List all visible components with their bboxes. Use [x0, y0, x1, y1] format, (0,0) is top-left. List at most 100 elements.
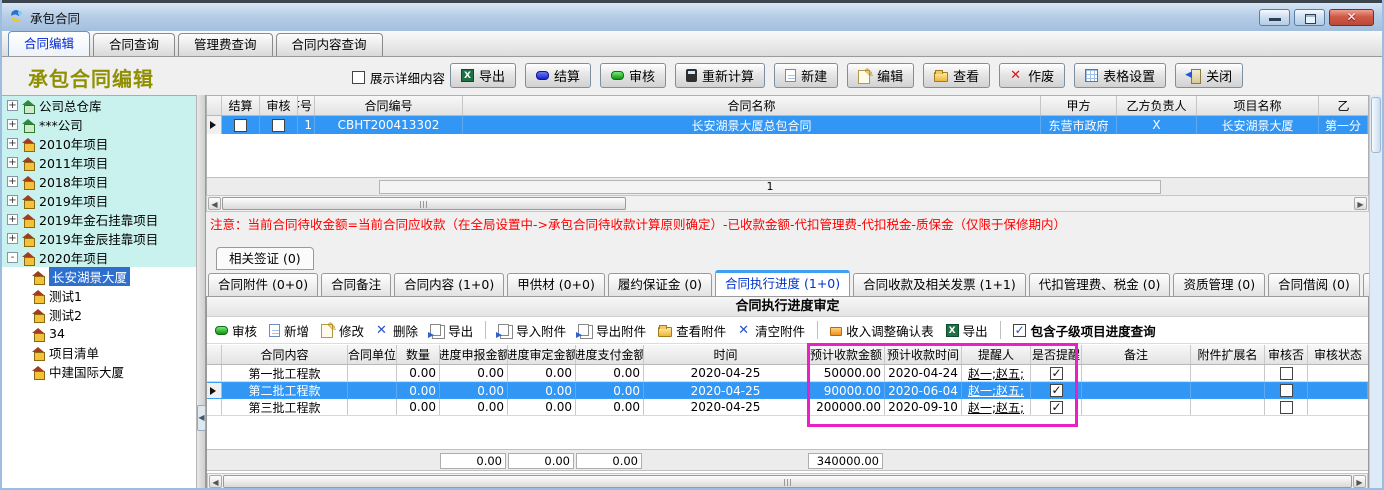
progress-export-button[interactable]: 导出 — [430, 321, 473, 340]
scrollbar-thumb[interactable] — [222, 197, 626, 210]
tree-item-project-list[interactable]: 项目清单 — [2, 343, 196, 362]
import-attachment-button[interactable]: 导入附件 — [498, 321, 566, 340]
tree-item-company[interactable]: +***公司 — [2, 115, 196, 134]
progress-row-2[interactable]: 第二批工程款 0.00 0.00 0.00 0.00 2020-04-25 90… — [207, 382, 1368, 399]
house-icon — [32, 328, 45, 340]
scrollbar-thumb[interactable] — [223, 475, 1352, 488]
tab-owner-supplied[interactable]: 甲供材 (0+0) — [507, 273, 605, 296]
reminder-names[interactable]: 赵一;赵五; — [968, 365, 1024, 381]
void-button[interactable]: 作废 — [999, 63, 1065, 88]
reminder-names[interactable]: 赵一;赵五; — [968, 399, 1024, 415]
income-adjust-button[interactable]: 收入调整确认表 — [830, 321, 934, 340]
tab-qualification-mgmt[interactable]: 资质管理 (0) — [1173, 273, 1265, 296]
scroll-left-icon[interactable]: ◀ — [209, 475, 222, 488]
settle-button[interactable]: 结算 — [525, 63, 591, 88]
tree-item-test2[interactable]: 测试2 — [2, 305, 196, 324]
remind-checkbox[interactable] — [1050, 384, 1063, 397]
tab-performance-bond[interactable]: 履约保证金 (0) — [608, 273, 712, 296]
audit-flag-checkbox[interactable] — [1280, 401, 1293, 414]
tab-related-signatures[interactable]: 相关签证 (0) — [216, 247, 314, 270]
tab-contract-progress[interactable]: 合同执行进度 (1+0) — [715, 270, 850, 296]
settle-checkbox[interactable] — [234, 119, 247, 132]
progress-row-1[interactable]: 第一批工程款 0.00 0.00 0.00 0.00 2020-04-25 50… — [207, 365, 1368, 382]
house-icon — [22, 195, 35, 207]
tab-mgmt-fee-query[interactable]: 管理费查询 — [178, 33, 273, 56]
tab-contract-query[interactable]: 合同查询 — [93, 33, 175, 56]
audit-checkbox[interactable] — [272, 119, 285, 132]
close-page-button[interactable]: 关闭 — [1175, 63, 1243, 88]
scrollbar-thumb[interactable] — [1371, 97, 1381, 153]
col-party-b-manager: 乙方负责人 — [1117, 96, 1197, 115]
tree-item-2018[interactable]: +2018年项目 — [2, 172, 196, 191]
tab-contract-attachments[interactable]: 合同附件 (0+0) — [208, 273, 318, 296]
expand-icon[interactable]: + — [7, 157, 18, 168]
tree-item-34[interactable]: 34 — [2, 324, 196, 343]
view-button[interactable]: 查看 — [923, 63, 990, 88]
table-settings-button[interactable]: 表格设置 — [1074, 63, 1166, 88]
audit-flag-checkbox[interactable] — [1280, 367, 1293, 380]
progress-horizontal-scrollbar[interactable]: ◀ ▶ — [207, 473, 1368, 490]
tree-item-zhongjian[interactable]: 中建国际大厦 — [2, 362, 196, 381]
restore-button[interactable] — [1294, 9, 1325, 26]
remind-checkbox[interactable] — [1050, 367, 1063, 380]
tab-contract-remarks[interactable]: 合同备注 — [321, 273, 391, 296]
tree-item-2019-jinchen[interactable]: +2019年金辰挂靠项目 — [2, 229, 196, 248]
audit-button[interactable]: 审核 — [600, 63, 666, 88]
expand-icon[interactable]: + — [7, 100, 18, 111]
export-attachment-button[interactable]: 导出附件 — [578, 321, 646, 340]
tab-contract-content-query[interactable]: 合同内容查询 — [276, 33, 383, 56]
tree-item-2020[interactable]: -2020年项目 — [2, 248, 196, 267]
reminder-names[interactable]: 赵一;赵五; — [968, 383, 1024, 398]
progress-row-3[interactable]: 第三批工程款 0.00 0.00 0.00 0.00 2020-04-25 20… — [207, 399, 1368, 416]
contract-row[interactable]: 1 CBHT200413302 长安湖景大厦总包合同 东营市政府 X 长安湖景大… — [207, 116, 1368, 134]
include-children-checkbox[interactable] — [1013, 324, 1026, 337]
progress-delete-button[interactable]: 删除 — [376, 321, 418, 340]
audit-flag-checkbox[interactable] — [1280, 384, 1293, 397]
total-paid: 0.00 — [576, 453, 642, 469]
tab-receipts-invoices[interactable]: 合同收款及相关发票 (1+1) — [853, 273, 1026, 296]
progress-add-button[interactable]: 新增 — [269, 321, 309, 340]
excel-export-icon — [461, 69, 474, 82]
progress-audit-button[interactable]: 审核 — [215, 321, 257, 340]
vertical-scrollbar[interactable] — [1369, 95, 1382, 488]
tree-item-2011[interactable]: +2011年项目 — [2, 153, 196, 172]
remind-checkbox[interactable] — [1050, 401, 1063, 414]
tab-contract-edit[interactable]: 合同编辑 — [8, 31, 90, 56]
tree-item-changan-lakeview[interactable]: 长安湖景大厦 — [2, 267, 196, 286]
expand-icon[interactable]: + — [7, 195, 18, 206]
view-attachment-button[interactable]: 查看附件 — [658, 321, 726, 340]
tree-item-2010[interactable]: +2010年项目 — [2, 134, 196, 153]
tree-item-2019[interactable]: +2019年项目 — [2, 191, 196, 210]
expand-icon[interactable]: + — [7, 233, 18, 244]
expand-icon[interactable]: + — [7, 119, 18, 130]
expand-icon[interactable]: + — [7, 176, 18, 187]
edit-button[interactable]: 编辑 — [847, 63, 914, 88]
tab-contract-content[interactable]: 合同内容 (1+0) — [394, 273, 504, 296]
expand-icon[interactable]: + — [7, 138, 18, 149]
clear-attachment-button[interactable]: 清空附件 — [738, 321, 805, 340]
collapse-icon[interactable]: - — [7, 252, 18, 263]
contracts-horizontal-scrollbar[interactable]: ◀ ▶ — [206, 195, 1369, 212]
new-button[interactable]: 新建 — [774, 63, 838, 88]
recalculate-button[interactable]: 重新计算 — [675, 63, 765, 88]
tree-splitter[interactable]: ◀ — [196, 95, 206, 490]
show-detail-label: 展示详细内容 — [370, 68, 445, 87]
project-tree: +公司总仓库 +***公司 +2010年项目 +2011年项目 +2018年项目… — [2, 95, 196, 488]
progress-excel-export-button[interactable]: 导出 — [946, 321, 988, 340]
export-button[interactable]: 导出 — [450, 63, 516, 88]
expand-icon[interactable]: + — [7, 214, 18, 225]
scroll-right-icon[interactable]: ▶ — [1353, 475, 1366, 488]
collapse-tree-icon[interactable]: ◀ — [197, 405, 206, 431]
tree-item-company-warehouse[interactable]: +公司总仓库 — [2, 96, 196, 115]
tree-item-2019-jinshi[interactable]: +2019年金石挂靠项目 — [2, 210, 196, 229]
show-detail-checkbox[interactable] — [352, 71, 365, 84]
close-button[interactable] — [1329, 9, 1374, 26]
progress-modify-button[interactable]: 修改 — [321, 321, 364, 340]
minimize-button[interactable] — [1259, 9, 1290, 26]
scroll-left-icon[interactable]: ◀ — [208, 197, 221, 210]
window-title: 承包合同 — [30, 8, 80, 27]
tree-item-test1[interactable]: 测试1 — [2, 286, 196, 305]
tab-contract-borrowing[interactable]: 合同借阅 (0) — [1268, 273, 1360, 296]
tab-withheld-fees-taxes[interactable]: 代扣管理费、税金 (0) — [1029, 273, 1171, 296]
scroll-right-icon[interactable]: ▶ — [1354, 197, 1367, 210]
